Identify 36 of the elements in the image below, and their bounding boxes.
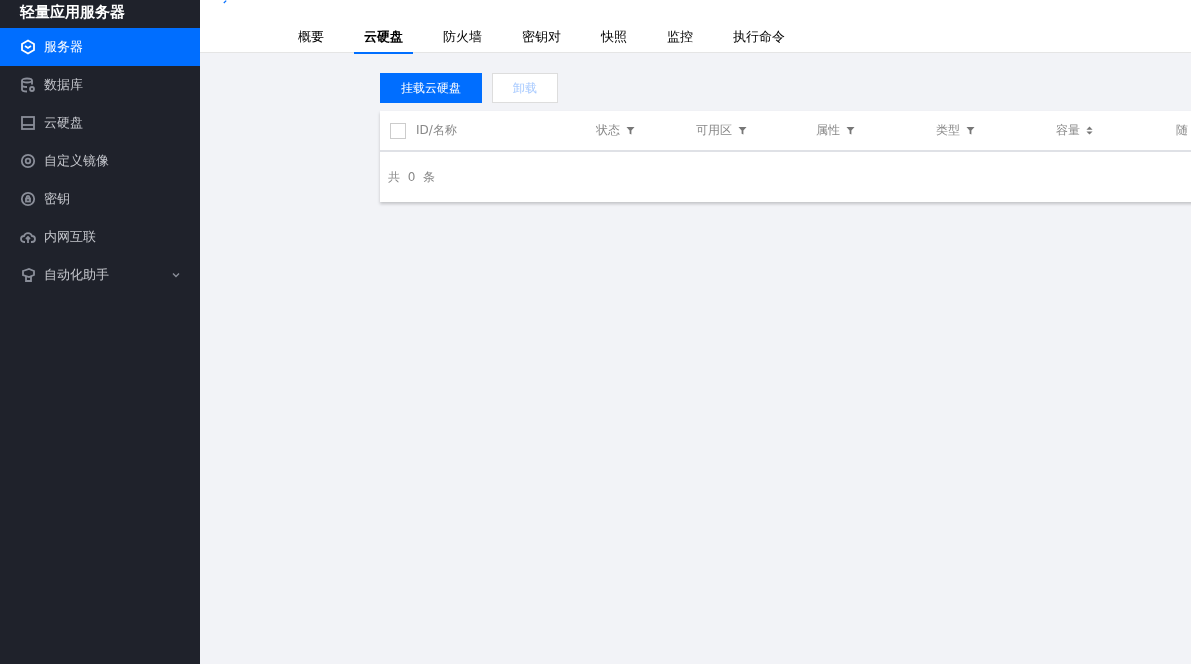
sidebar-item[interactable]: 内网互联 xyxy=(0,218,200,256)
mount-button[interactable]: 挂载云硬盘 xyxy=(380,73,482,103)
box-icon xyxy=(20,267,36,283)
column-header: 可用区 xyxy=(696,122,732,139)
sidebar-item[interactable]: 云硬盘 xyxy=(0,104,200,142)
chevron-down-icon[interactable] xyxy=(172,272,180,278)
tab[interactable]: 密钥对 xyxy=(512,24,571,54)
lock-icon xyxy=(20,191,36,207)
tab[interactable]: 执行命令 xyxy=(723,24,795,54)
tab[interactable]: 快照 xyxy=(591,24,637,54)
select-all-checkbox[interactable] xyxy=(390,122,406,139)
cloud-icon xyxy=(20,229,36,245)
filter-icon[interactable] xyxy=(846,126,855,135)
tab[interactable]: 概要 xyxy=(288,24,334,54)
filter-icon[interactable] xyxy=(626,126,635,135)
total-count: 共 0 条 xyxy=(388,168,436,186)
filter-icon[interactable] xyxy=(738,126,747,135)
column-header: 随 xyxy=(1176,122,1188,139)
database-icon xyxy=(20,77,36,93)
sidebar-item[interactable]: 服务器 xyxy=(0,28,200,66)
sidebar-item[interactable]: 数据库 xyxy=(0,66,200,104)
filter-icon[interactable] xyxy=(966,126,975,135)
column-header: ID/名称 xyxy=(416,122,457,139)
sort-icon[interactable] xyxy=(1086,126,1093,135)
column-header: 容量 xyxy=(1056,122,1080,139)
tab[interactable]: 监控 xyxy=(657,24,703,54)
sidebar-title: 轻量应用服务器 xyxy=(18,2,126,23)
sidebar-item[interactable]: 自动化助手 xyxy=(0,256,200,294)
column-header: 状态 xyxy=(596,122,620,139)
disc-icon xyxy=(20,153,36,169)
column-header: 属性 xyxy=(816,122,840,139)
sidebar-item[interactable]: 自定义镜像 xyxy=(0,142,200,180)
cube-icon xyxy=(20,39,36,55)
tab[interactable]: 防火墙 xyxy=(433,24,492,54)
sidebar-item[interactable]: 密钥 xyxy=(0,180,200,218)
column-header: 类型 xyxy=(936,122,960,139)
